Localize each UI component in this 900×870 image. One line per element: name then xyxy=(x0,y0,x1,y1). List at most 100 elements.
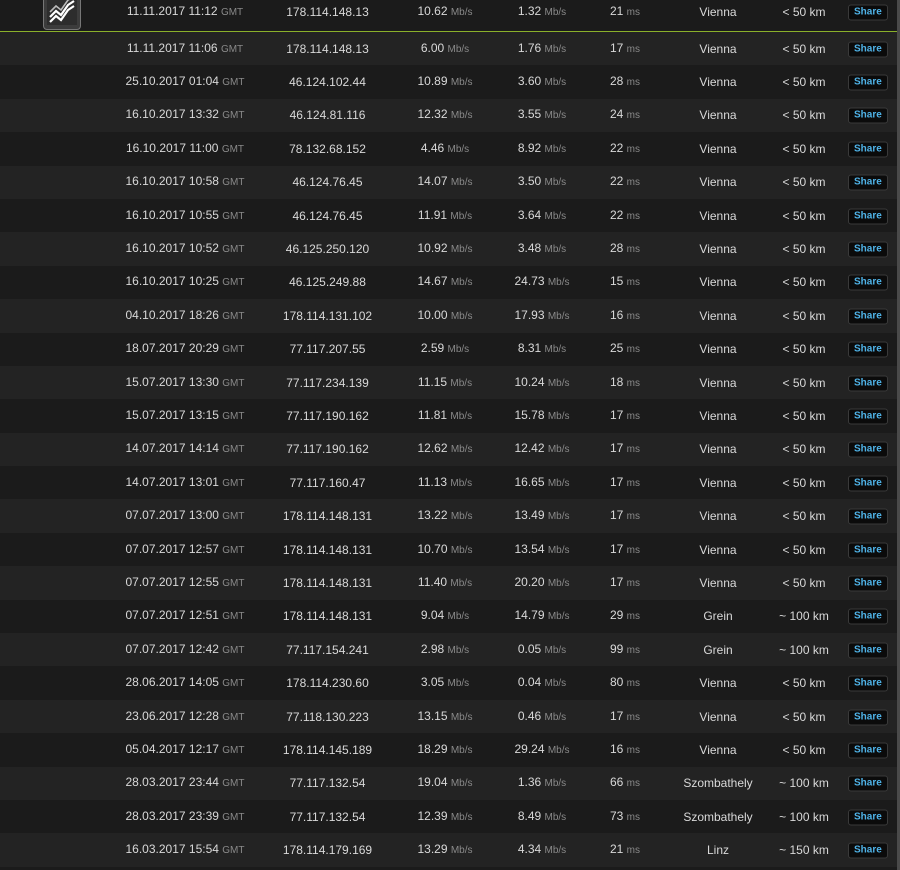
distance-cell: < 50 km xyxy=(782,208,826,223)
share-button[interactable]: Share xyxy=(848,441,888,458)
download-cell: 13.15 Mb/s xyxy=(417,708,473,723)
share-button[interactable]: Share xyxy=(848,375,888,392)
download-cell: 12.62 Mb/s xyxy=(417,441,473,456)
table-row[interactable]: 16.10.2017 11:00 GMT 78.132.68.152 4.46 … xyxy=(0,132,897,166)
ip-cell: 178.114.145.189 xyxy=(282,742,373,757)
table-row[interactable]: 07.07.2017 12:51 GMT 178.114.148.131 9.0… xyxy=(0,599,897,634)
date-cell: 16.10.2017 10:25 GMT xyxy=(125,274,245,289)
table-row[interactable]: 16.10.2017 13:32 GMT 46.124.81.116 12.32… xyxy=(0,98,897,133)
location-cell: Vienna xyxy=(699,108,737,123)
ping-cell: 29 ms xyxy=(609,608,641,623)
upload-cell: 8.92 Mb/s xyxy=(517,140,567,155)
upload-cell: 14.79 Mb/s xyxy=(514,608,570,623)
results-table: 11.11.2017 11:12 GMT 178.114.148.13 10.6… xyxy=(0,0,897,867)
share-button[interactable]: Share xyxy=(848,809,888,826)
date-cell: 25.10.2017 01:04 GMT xyxy=(125,74,245,89)
share-button[interactable]: Share xyxy=(848,675,888,692)
share-cell: Share xyxy=(848,675,888,692)
table-row[interactable]: 11.11.2017 11:06 GMT 178.114.148.13 6.00… xyxy=(0,32,897,66)
upload-cell: 13.54 Mb/s xyxy=(514,541,570,556)
share-button[interactable]: Share xyxy=(848,475,888,492)
table-row[interactable]: 16.10.2017 10:25 GMT 46.125.249.88 14.67… xyxy=(0,265,897,300)
table-row[interactable]: 07.07.2017 12:57 GMT 178.114.148.131 10.… xyxy=(0,532,897,567)
table-row[interactable]: 05.04.2017 12:17 GMT 178.114.145.189 18.… xyxy=(0,733,897,767)
share-button[interactable]: Share xyxy=(848,508,888,525)
date-cell: 14.07.2017 14:14 GMT xyxy=(125,441,245,456)
ip-cell: 77.117.132.54 xyxy=(289,776,366,791)
date-cell: 15.07.2017 13:30 GMT xyxy=(125,374,245,389)
table-row[interactable]: 15.07.2017 13:30 GMT 77.117.234.139 11.1… xyxy=(0,365,897,400)
table-row[interactable]: 14.07.2017 13:01 GMT 77.117.160.47 11.13… xyxy=(0,466,897,500)
table-row[interactable]: 28.06.2017 14:05 GMT 178.114.230.60 3.05… xyxy=(0,666,897,700)
share-button[interactable]: Share xyxy=(848,208,888,225)
table-row[interactable]: 16.10.2017 10:52 GMT 46.125.250.120 10.9… xyxy=(0,232,897,266)
share-button[interactable]: Share xyxy=(848,41,888,58)
ip-cell: 78.132.68.152 xyxy=(289,141,366,156)
table-row[interactable]: 16.10.2017 10:55 GMT 46.124.76.45 11.91 … xyxy=(0,198,897,233)
table-row[interactable]: 07.07.2017 13:00 GMT 178.114.148.131 13.… xyxy=(0,499,897,533)
share-button[interactable]: Share xyxy=(848,842,888,859)
share-button[interactable]: Share xyxy=(848,241,888,258)
table-row[interactable]: 14.07.2017 14:14 GMT 77.117.190.162 12.6… xyxy=(0,432,897,467)
share-cell: Share xyxy=(848,407,888,425)
share-cell: Share xyxy=(848,741,888,759)
ip-cell: 178.114.148.131 xyxy=(282,609,373,624)
table-row[interactable]: 28.03.2017 23:39 GMT 77.117.132.54 12.39… xyxy=(0,799,897,834)
upload-cell: 0.46 Mb/s xyxy=(517,708,567,723)
table-row[interactable]: 16.03.2017 15:54 GMT 178.114.179.169 13.… xyxy=(0,833,897,867)
download-cell: 11.40 Mb/s xyxy=(417,574,473,589)
share-button[interactable]: Share xyxy=(848,4,888,20)
share-button[interactable]: Share xyxy=(848,107,888,124)
share-button[interactable]: Share xyxy=(848,709,888,725)
share-button[interactable]: Share xyxy=(848,141,888,158)
table-row[interactable]: 07.07.2017 12:42 GMT 77.117.154.241 2.98… xyxy=(0,633,897,667)
share-cell: Share xyxy=(848,541,888,559)
distance-cell: < 50 km xyxy=(782,342,826,357)
ping-cell: 24 ms xyxy=(609,107,641,122)
table-row[interactable]: 28.03.2017 23:44 GMT 77.117.132.54 19.04… xyxy=(0,766,897,800)
share-button[interactable]: Share xyxy=(848,742,888,759)
date-cell: 28.03.2017 23:39 GMT xyxy=(125,808,245,823)
share-cell: Share xyxy=(848,140,888,158)
distance-cell: < 50 km xyxy=(782,141,826,156)
upload-cell: 8.49 Mb/s xyxy=(517,808,567,823)
date-cell: 16.10.2017 13:32 GMT xyxy=(125,107,245,122)
share-button[interactable]: Share xyxy=(848,274,888,291)
distance-cell: < 50 km xyxy=(782,75,826,90)
table-row[interactable]: 15.07.2017 13:15 GMT 77.117.190.162 11.8… xyxy=(0,399,897,433)
distance-cell: < 50 km xyxy=(782,742,826,757)
location-cell: Vienna xyxy=(699,442,737,457)
share-button[interactable]: Share xyxy=(848,775,888,792)
ip-cell: 46.124.102.44 xyxy=(289,75,366,90)
share-button[interactable]: Share xyxy=(848,341,888,358)
table-row[interactable]: 18.07.2017 20:29 GMT 77.117.207.55 2.59 … xyxy=(0,332,897,366)
location-cell: Vienna xyxy=(699,242,737,257)
share-button[interactable]: Share xyxy=(848,542,888,559)
distance-cell: < 50 km xyxy=(782,41,826,56)
table-row[interactable]: 07.07.2017 12:55 GMT 178.114.148.131 11.… xyxy=(0,566,897,600)
table-row[interactable]: 11.11.2017 11:12 GMT 178.114.148.13 10.6… xyxy=(0,0,897,32)
share-button[interactable]: Share xyxy=(848,642,888,659)
location-cell: Vienna xyxy=(699,141,737,156)
table-row[interactable]: 04.10.2017 18:26 GMT 178.114.131.102 10.… xyxy=(0,299,897,333)
share-button[interactable]: Share xyxy=(848,74,888,91)
ping-cell: 28 ms xyxy=(609,241,641,256)
share-button[interactable]: Share xyxy=(848,608,888,625)
ip-cell: 77.117.190.162 xyxy=(286,408,369,423)
share-button[interactable]: Share xyxy=(848,575,888,592)
ip-cell: 46.125.250.120 xyxy=(285,242,370,257)
table-row[interactable]: 23.06.2017 12:28 GMT 77.118.130.223 13.1… xyxy=(0,699,897,734)
ping-cell: 21 ms xyxy=(609,842,641,857)
location-cell: Vienna xyxy=(699,375,737,390)
table-row[interactable]: 16.10.2017 10:58 GMT 46.124.76.45 14.07 … xyxy=(0,165,897,199)
ping-cell: 25 ms xyxy=(609,341,641,356)
share-button[interactable]: Share xyxy=(848,308,888,325)
ip-cell: 178.114.230.60 xyxy=(286,676,369,691)
table-row[interactable]: 25.10.2017 01:04 GMT 46.124.102.44 10.89… xyxy=(0,65,897,99)
location-cell: Linz xyxy=(706,843,729,858)
date-cell: 16.10.2017 11:00 GMT xyxy=(125,140,245,155)
download-cell: 14.07 Mb/s xyxy=(417,174,473,189)
upload-cell: 1.32 Mb/s xyxy=(517,3,567,18)
share-button[interactable]: Share xyxy=(848,174,888,191)
share-button[interactable]: Share xyxy=(848,408,888,425)
